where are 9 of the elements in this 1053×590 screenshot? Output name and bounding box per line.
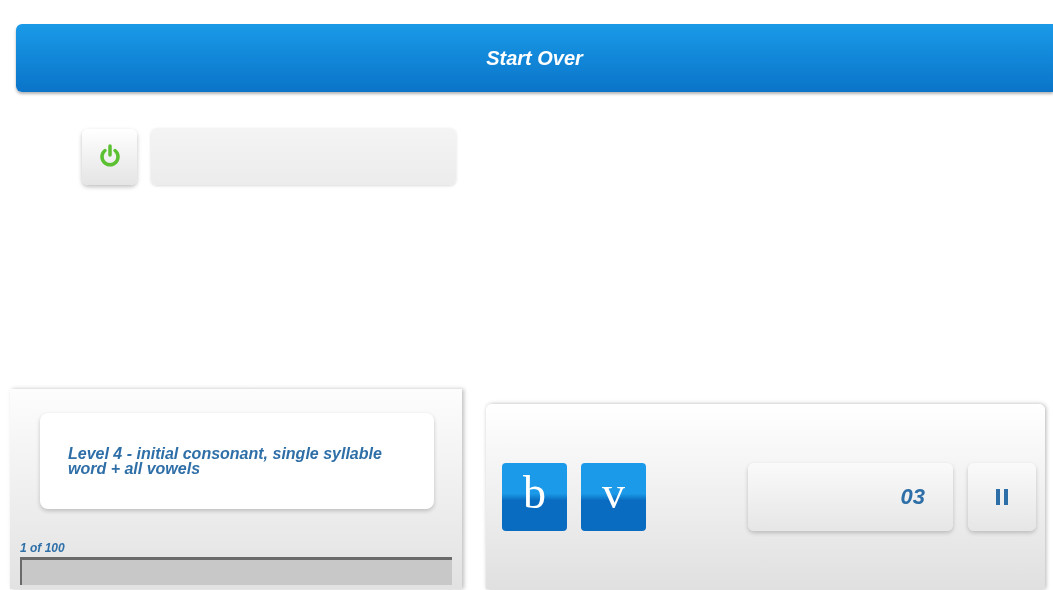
start-over-button[interactable]: Start Over — [16, 24, 1053, 92]
level-description: Level 4 - initial consonant, single syllable word + all vowels — [68, 446, 383, 476]
letter-button[interactable]: b — [502, 462, 567, 531]
letter-button[interactable]: v — [581, 462, 646, 531]
pause-button[interactable] — [968, 462, 1036, 531]
progress-label: 1 of 100 — [20, 541, 65, 555]
text-field[interactable] — [151, 128, 456, 185]
power-button[interactable] — [82, 128, 137, 185]
counter-value: 03 — [900, 483, 925, 510]
